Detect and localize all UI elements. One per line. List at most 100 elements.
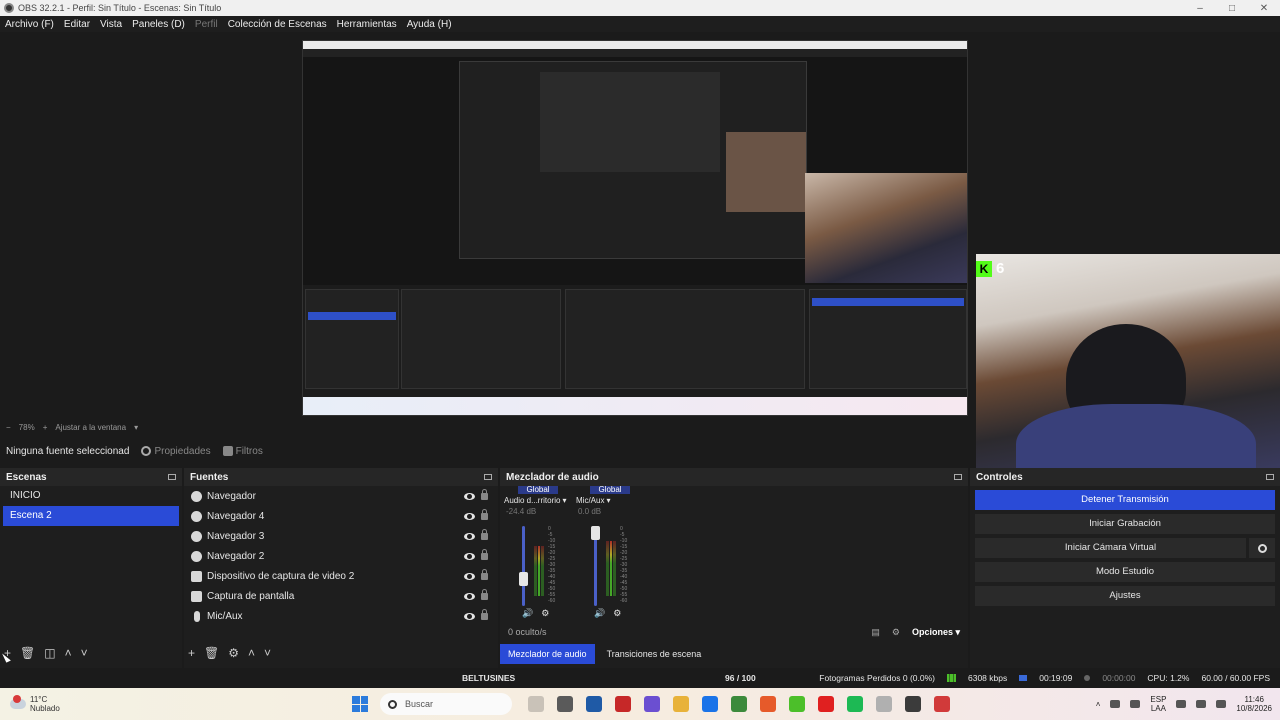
eye-icon[interactable] [464, 552, 475, 560]
source-item[interactable]: Dispositivo de captura de video 2 [184, 566, 498, 586]
taskbar-app-icon[interactable] [731, 696, 747, 712]
taskbar-app-icon[interactable] [818, 696, 834, 712]
lock-icon[interactable] [481, 528, 488, 540]
eye-icon[interactable] [464, 492, 475, 500]
stop-streaming-button[interactable]: Detener Transmisión [975, 490, 1275, 510]
filters-button[interactable]: Filtros [222, 446, 263, 457]
tray-app-icon[interactable] [1130, 700, 1141, 708]
taskbar-app-icon[interactable] [644, 696, 660, 712]
taskbar-app-icon[interactable] [615, 696, 631, 712]
trash-icon[interactable]: 🗑 [20, 646, 35, 660]
menu-item[interactable]: Editar [59, 19, 95, 30]
taskbar-app-icon[interactable] [760, 696, 776, 712]
taskbar-app-icon[interactable] [876, 696, 892, 712]
taskbar-app-icon[interactable] [934, 696, 950, 712]
clock[interactable]: 11:46 10/8/2026 [1236, 695, 1272, 713]
zoom-out-button[interactable]: − [6, 423, 11, 432]
preview-canvas[interactable]: K 6 [0, 32, 1280, 490]
start-recording-button[interactable]: Iniciar Grabación [975, 514, 1275, 534]
menu-item[interactable]: Paneles (D) [127, 19, 190, 30]
start-virtual-camera-button[interactable]: Iniciar Cámara Virtual [975, 538, 1246, 558]
taskbar-app-icon[interactable] [586, 696, 602, 712]
eye-icon[interactable] [464, 572, 475, 580]
mixer-tab[interactable]: Mezclador de audio [500, 644, 595, 664]
add-source-button[interactable]: + [188, 646, 195, 660]
options-button[interactable]: Opciones ▾ [912, 627, 960, 638]
taskbar-app-icon[interactable] [905, 696, 921, 712]
channel-device[interactable]: Mic/Aux ▾ [576, 496, 636, 505]
chevron-down-icon[interactable]: ▾ [134, 423, 138, 432]
channel-device[interactable]: Audio d...rritorio ▾ [504, 496, 566, 505]
tray-app-icon[interactable] [1110, 700, 1121, 708]
lock-icon[interactable] [481, 508, 488, 520]
close-button[interactable]: ✕ [1248, 3, 1280, 14]
volume-slider[interactable] [591, 526, 600, 606]
layout-icon[interactable]: ▤ [871, 627, 880, 638]
eye-icon[interactable] [464, 532, 475, 540]
volume-icon[interactable] [1196, 700, 1207, 708]
taskbar-search[interactable]: Buscar [380, 693, 512, 715]
chevron-down-icon[interactable]: ▾ [562, 496, 566, 505]
wifi-icon[interactable] [1176, 700, 1187, 708]
taskbar-app-icon[interactable] [702, 696, 718, 712]
properties-button[interactable]: Propiedades [141, 446, 211, 457]
volume-slider-knob[interactable] [591, 526, 600, 540]
language-indicator[interactable]: ESP LAA [1150, 695, 1166, 713]
volume-slider[interactable] [519, 526, 528, 606]
minimize-button[interactable]: – [1184, 3, 1216, 14]
settings-button[interactable]: Ajustes [975, 586, 1275, 606]
gear-icon[interactable]: ⚙ [541, 608, 549, 619]
trash-icon[interactable]: 🗑 [204, 646, 219, 660]
lock-icon[interactable] [481, 568, 488, 580]
lock-icon[interactable] [481, 488, 488, 500]
menu-item[interactable]: Archivo (F) [0, 19, 59, 30]
battery-icon[interactable] [1216, 700, 1227, 708]
undock-icon[interactable] [954, 474, 962, 480]
lock-icon[interactable] [481, 608, 488, 620]
taskbar-app-icon[interactable] [557, 696, 573, 712]
eye-icon[interactable] [464, 612, 475, 620]
scene-item[interactable]: Escena 2 [3, 506, 179, 526]
undock-icon[interactable] [484, 474, 492, 480]
lock-icon[interactable] [481, 588, 488, 600]
undock-icon[interactable] [168, 474, 176, 480]
mixer-tab[interactable]: Transiciones de escena [599, 644, 710, 664]
advanced-audio-icon[interactable]: ⚙ [892, 627, 900, 638]
gear-icon[interactable]: ⚙ [613, 608, 621, 619]
menu-item[interactable]: Ayuda (H) [402, 19, 457, 30]
move-down-button[interactable]: ˅ [81, 646, 88, 660]
menu-item[interactable]: Herramientas [332, 19, 402, 30]
taskbar-app-icon[interactable] [528, 696, 544, 712]
source-item[interactable]: Navegador 3 [184, 526, 498, 546]
menu-item[interactable]: Vista [95, 19, 127, 30]
taskbar-app-icon[interactable] [673, 696, 689, 712]
zoom-in-button[interactable]: + [43, 423, 48, 432]
menu-item[interactable]: Colección de Escenas [223, 19, 332, 30]
source-item[interactable]: Navegador 2 [184, 546, 498, 566]
windows-start-icon[interactable] [352, 696, 368, 712]
virtual-camera-settings-button[interactable] [1249, 538, 1275, 558]
taskbar-app-icon[interactable] [789, 696, 805, 712]
speaker-icon[interactable]: 🔊 [594, 608, 605, 619]
source-item[interactable]: Navegador [184, 486, 498, 506]
undock-icon[interactable] [1266, 474, 1274, 480]
move-down-button[interactable]: ˅ [264, 646, 271, 660]
eye-icon[interactable] [464, 592, 475, 600]
speaker-icon[interactable]: 🔊 [522, 608, 533, 619]
studio-mode-button[interactable]: Modo Estudio [975, 562, 1275, 582]
lock-icon[interactable] [481, 548, 488, 560]
taskbar-app-icon[interactable] [847, 696, 863, 712]
source-item[interactable]: Captura de pantalla [184, 586, 498, 606]
volume-slider-knob[interactable] [519, 572, 528, 587]
maximize-button[interactable]: □ [1216, 3, 1248, 14]
source-item[interactable]: Mic/Aux [184, 606, 498, 626]
move-up-button[interactable]: ˄ [248, 646, 255, 660]
chevron-down-icon[interactable]: ▾ [606, 496, 610, 505]
chevron-up-icon[interactable]: ˄ [1096, 700, 1101, 709]
eye-icon[interactable] [464, 512, 475, 520]
gear-icon[interactable]: ⚙ [228, 646, 239, 660]
weather-widget[interactable]: 11°C Nublado [10, 695, 60, 713]
fit-to-window-label[interactable]: Ajustar a la ventana [55, 423, 126, 432]
move-up-button[interactable]: ˄ [65, 646, 72, 660]
filter-icon[interactable]: ◫ [44, 646, 55, 660]
